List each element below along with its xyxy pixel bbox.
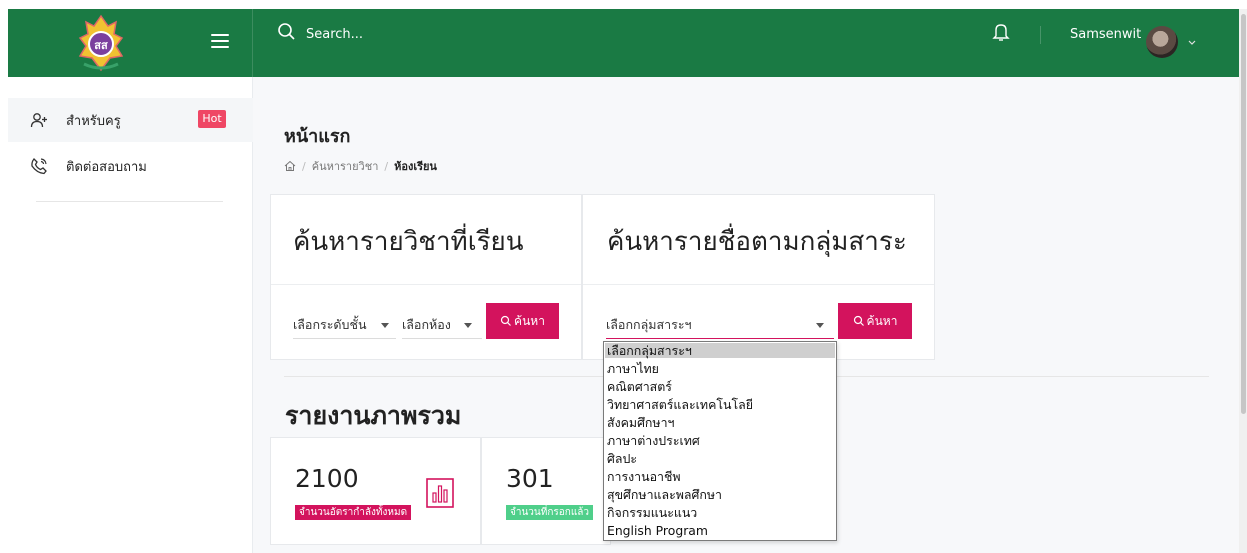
card-header: ค้นหารายวิชาที่เรียน <box>271 195 581 285</box>
sidebar-item-label: สำหรับครู <box>66 113 121 129</box>
home-icon[interactable] <box>284 160 296 172</box>
button-label: ค้นหา <box>866 313 898 328</box>
group-search-card: ค้นหารายชื่อตามกลุ่มสาระ เลือกกลุ่มสาระฯ… <box>582 194 935 360</box>
username[interactable]: Samsenwit <box>1070 27 1141 42</box>
dropdown-option[interactable]: สุขศึกษาและพลศึกษา <box>605 487 835 502</box>
sidebar-divider <box>36 201 223 202</box>
user-avatar[interactable] <box>1146 26 1178 58</box>
room-select-value: เลือกห้อง <box>402 317 451 332</box>
caret-down-icon <box>381 323 389 328</box>
subject-group-dropdown-list[interactable]: เลือกกลุ่มสาระฯ ภาษาไทย คณิตศาสตร์ วิทยา… <box>603 341 837 541</box>
level-select[interactable]: เลือกระดับชั้น <box>293 311 396 339</box>
breadcrumb-separator: / <box>302 159 306 173</box>
subject-search-button[interactable]: ค้นหา <box>486 303 559 339</box>
room-select[interactable]: เลือกห้อง <box>402 311 482 339</box>
topbar-divider <box>1040 26 1041 44</box>
dropdown-option[interactable]: วิทยาศาสตร์และเทคโนโลยี <box>605 397 835 412</box>
breadcrumb: / ค้นหารายวิชา / ห้องเรียน <box>284 157 437 175</box>
svg-text:สส: สส <box>94 39 108 52</box>
phone-icon <box>31 158 47 175</box>
stat-value: 301 <box>506 464 554 493</box>
stat-label: จำนวนอัตรากำลังทั้งหมด <box>295 505 412 520</box>
group-select-value: เลือกกลุ่มสาระฯ <box>606 317 692 332</box>
card-title: ค้นหารายชื่อตามกลุ่มสาระ <box>607 227 907 257</box>
top-navbar: สส Samsenwit <box>8 9 1239 77</box>
subject-group-select[interactable]: เลือกกลุ่มสาระฯ <box>606 311 834 339</box>
menu-toggle-icon[interactable] <box>211 34 229 48</box>
page-root: สส Samsenwit <box>0 0 1247 553</box>
caret-down-icon <box>816 323 824 328</box>
group-search-button[interactable]: ค้นหา <box>838 303 912 339</box>
subject-search-card: ค้นหารายวิชาที่เรียน เลือกระดับชั้น เลือ… <box>270 194 582 360</box>
logo-area: สส <box>8 9 253 77</box>
section-title: รายงานภาพรวม <box>285 401 462 430</box>
dropdown-option[interactable]: กิจกรรมแนะแนว <box>605 505 835 520</box>
sidebar-item-label: ติดต่อสอบถาม <box>66 159 147 175</box>
caret-down-icon <box>464 323 472 328</box>
breadcrumb-item-classroom: ห้องเรียน <box>394 160 437 173</box>
button-label: ค้นหา <box>514 313 545 328</box>
sidebar: สำหรับครู Hot ติดต่อสอบถาม <box>8 77 253 553</box>
sidebar-item-teachers[interactable]: สำหรับครู Hot <box>8 98 253 142</box>
level-select-value: เลือกระดับชั้น <box>293 317 367 332</box>
dropdown-option[interactable]: คณิตศาสตร์ <box>605 379 835 394</box>
notification-bell-icon[interactable] <box>992 22 1010 42</box>
breadcrumb-item-subject-search[interactable]: ค้นหารายวิชา <box>312 157 379 175</box>
page-title: หน้าแรก <box>284 126 351 147</box>
dropdown-option[interactable]: ศิลปะ <box>605 451 835 466</box>
dropdown-option[interactable]: ภาษาไทย <box>605 361 835 376</box>
sidebar-item-contact[interactable]: ติดต่อสอบถาม <box>8 144 253 188</box>
stat-card-total: 2100 จำนวนอัตรากำลังทั้งหมด <box>270 437 481 545</box>
dropdown-option[interactable]: English Program <box>605 523 835 538</box>
page-scrollbar-thumb[interactable] <box>1241 14 1246 414</box>
school-logo[interactable]: สส <box>78 14 124 72</box>
dropdown-option[interactable]: สังคมศึกษาฯ <box>605 415 835 430</box>
bar-chart-icon <box>426 478 454 508</box>
stat-value: 2100 <box>295 464 359 493</box>
dropdown-option[interactable]: การงานอาชีพ <box>605 469 835 484</box>
hot-badge: Hot <box>198 110 226 128</box>
stat-label: จำนวนที่กรอกแล้ว <box>506 505 594 520</box>
card-header: ค้นหารายชื่อตามกลุ่มสาระ <box>583 195 934 285</box>
dropdown-option[interactable]: เลือกกลุ่มสาระฯ <box>605 343 835 358</box>
breadcrumb-separator: / <box>384 159 389 173</box>
search-input[interactable] <box>306 22 606 46</box>
search-icon <box>853 315 864 326</box>
user-plus-icon <box>30 113 47 128</box>
stat-card-filled: 301 จำนวนที่กรอกแล้ว <box>481 437 611 545</box>
search-icon <box>278 23 295 40</box>
dropdown-option[interactable]: ภาษาต่างประเทศ <box>605 433 835 448</box>
card-title: ค้นหารายวิชาที่เรียน <box>293 227 524 257</box>
search-icon <box>500 315 511 326</box>
chevron-down-icon[interactable] <box>1187 38 1197 48</box>
